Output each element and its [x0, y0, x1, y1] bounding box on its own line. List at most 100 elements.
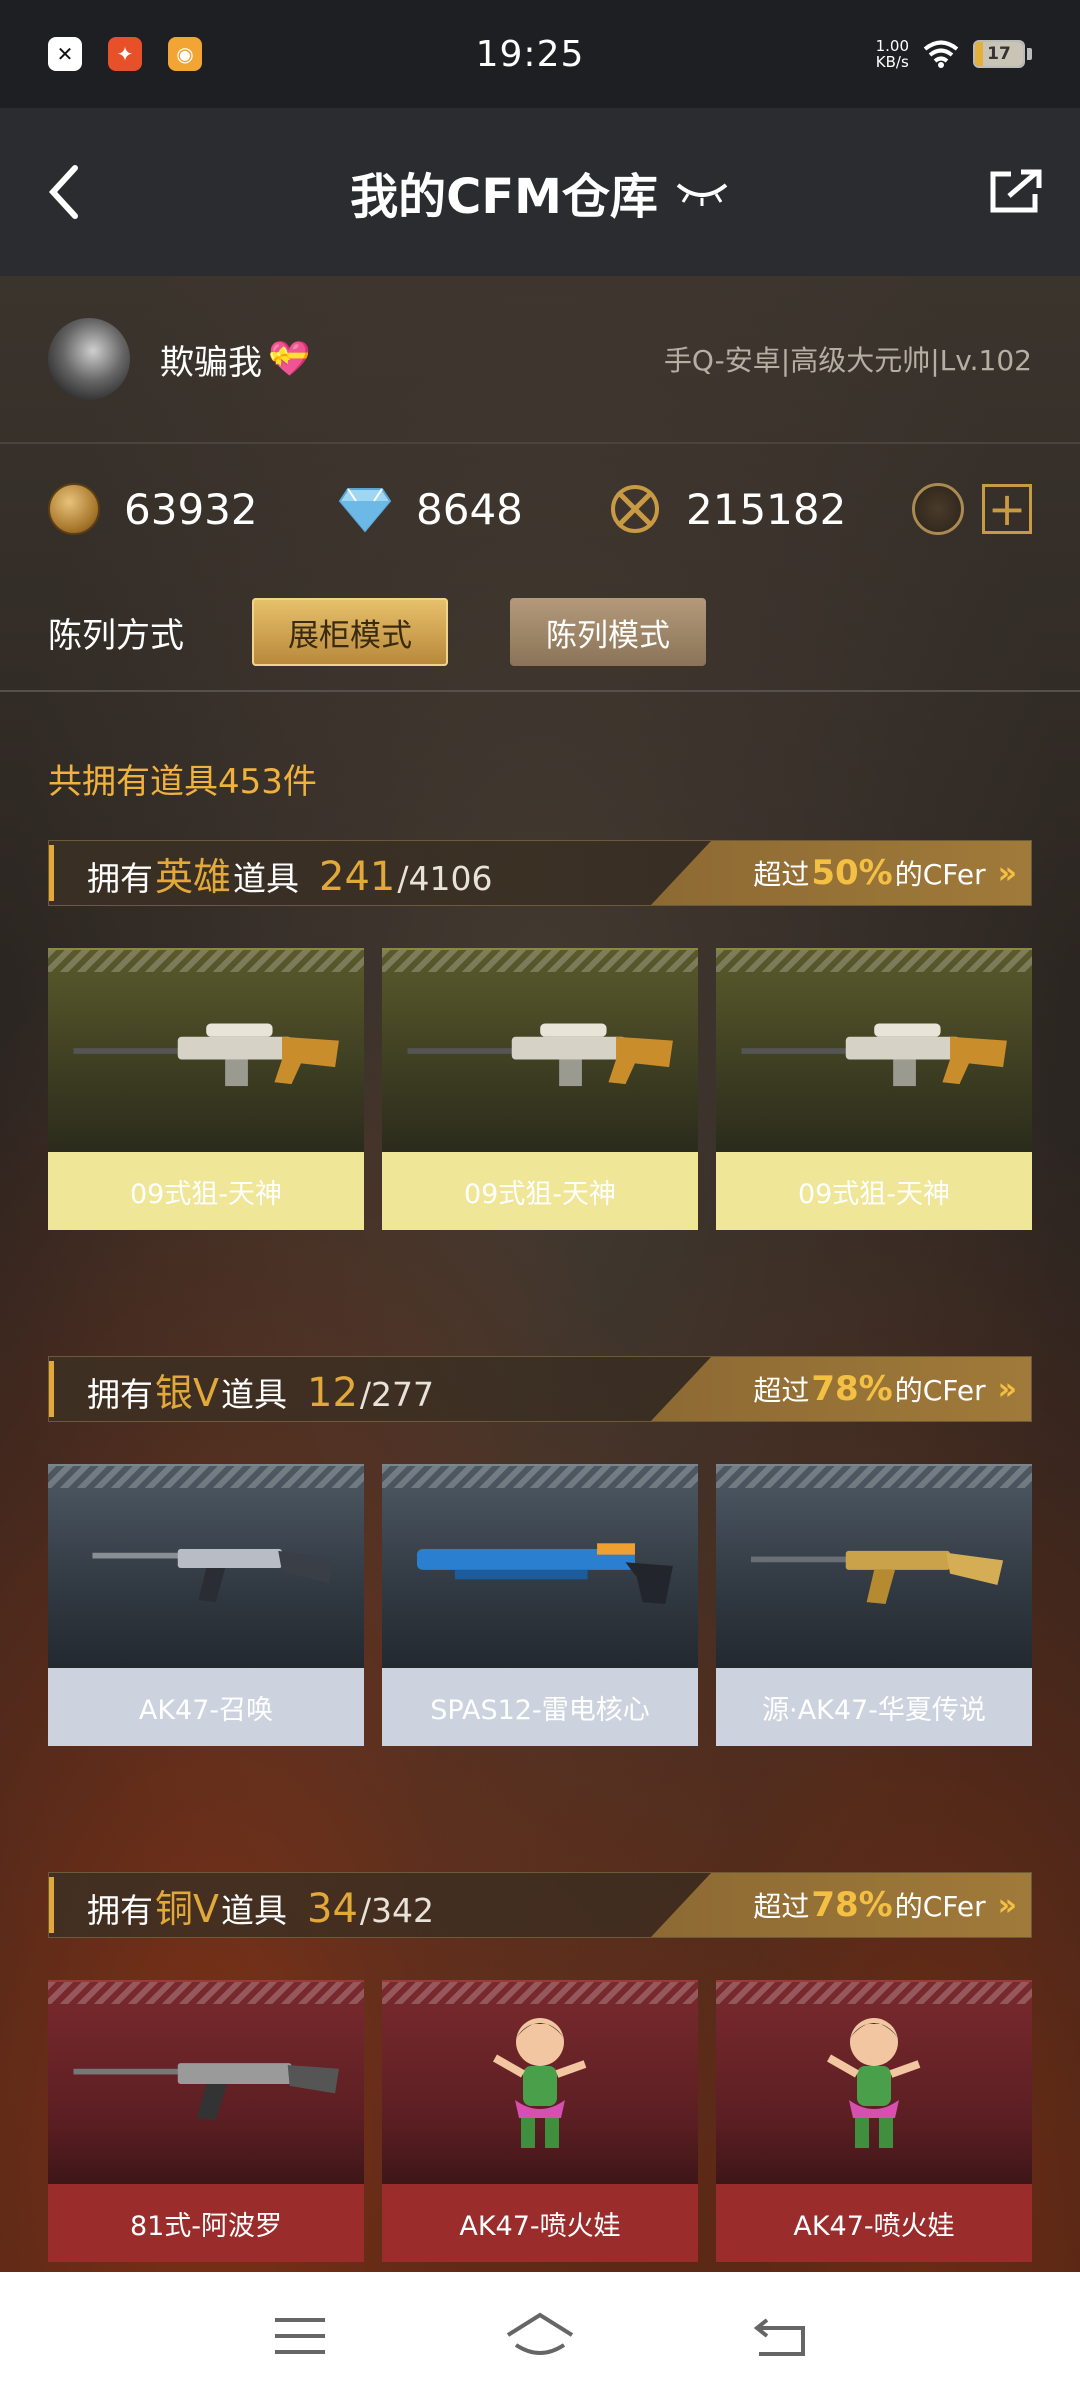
item-image — [48, 1980, 364, 2184]
currency-points: 215182 — [608, 482, 908, 536]
back-nav-button[interactable] — [740, 2306, 820, 2366]
item-image — [382, 1980, 698, 2184]
cf-app-icon: ✦ — [108, 37, 142, 71]
section-prefix: 拥有 — [87, 1374, 153, 1414]
sniper-rifle-icon — [407, 1023, 673, 1087]
back-button[interactable] — [0, 108, 130, 276]
item-card[interactable]: AK47-喷火娃 — [716, 1980, 1032, 2262]
rank-prefix: 超过 — [753, 858, 810, 891]
status-time: 19:25 — [475, 33, 585, 75]
shotgun-icon — [416, 1543, 673, 1604]
section-tier: 铜V — [155, 1886, 219, 1931]
section-header[interactable]: 拥有 铜V 道具 34 /342 超过 78% 的CFer » — [48, 1872, 1032, 1938]
item-grid: 81式-阿波罗 AK47-喷火娃 AK47-喷火娃 — [48, 1980, 1032, 2262]
section-header[interactable]: 拥有 银V 道具 12 /277 超过 78% 的CFer » — [48, 1356, 1032, 1422]
display-mode-label: 陈列方式 — [48, 615, 184, 656]
warehouse-content[interactable]: 欺骗我 💝 手Q-安卓|高级大元帅|Lv.102 63932 8648 2151… — [0, 276, 1080, 2272]
sniper-rifle-icon — [741, 1023, 1007, 1087]
avatar[interactable] — [48, 318, 130, 400]
item-card[interactable]: 81式-阿波罗 — [48, 1980, 364, 2262]
wifi-icon — [923, 40, 959, 68]
item-name: AK47-召唤 — [48, 1668, 364, 1746]
section-rank[interactable]: 超过 50% 的CFer » — [651, 841, 1031, 905]
gold-coin-icon — [48, 483, 100, 535]
battery-tip — [1027, 48, 1032, 60]
app-header: 我的CFM仓库 — [0, 108, 1080, 276]
eye-closed-icon[interactable] — [674, 177, 730, 207]
diamond-icon — [338, 488, 392, 533]
menu-icon — [275, 2318, 325, 2354]
rank-percent: 78% — [811, 1369, 893, 1409]
item-grid: 09式狙-天神 09式狙-天神 09式狙-天神 — [48, 948, 1032, 1230]
page-title: 我的CFM仓库 — [350, 169, 658, 225]
section-suffix: 道具 — [221, 1890, 287, 1930]
cf-badge-icon[interactable] — [912, 483, 964, 535]
home-icon — [506, 2312, 574, 2355]
section-prefix: 拥有 — [87, 1890, 153, 1930]
profile-row: 欺骗我 💝 手Q-安卓|高级大元帅|Lv.102 — [0, 276, 1080, 444]
item-card[interactable]: 源·AK47-华夏传说 — [716, 1464, 1032, 1746]
double-chevron-right-icon: » — [997, 1887, 1017, 1923]
currency-diamond: 8648 — [338, 485, 608, 534]
section-title: 拥有 英雄 道具 241 /4106 — [49, 846, 492, 901]
section-bronze-v: 拥有 铜V 道具 34 /342 超过 78% 的CFer » 81式-阿波罗 … — [48, 1872, 1032, 2262]
double-chevron-right-icon: » — [997, 1371, 1017, 1407]
sniper-rifle-icon — [73, 1023, 339, 1087]
section-rank[interactable]: 超过 78% 的CFer » — [651, 1873, 1031, 1937]
item-name: 09式狙-天神 — [716, 1152, 1032, 1230]
item-card[interactable]: 09式狙-天神 — [382, 948, 698, 1230]
character-figure-icon — [493, 2018, 587, 2148]
menu-nav-button[interactable] — [260, 2306, 340, 2366]
add-currency-button[interactable]: + — [982, 484, 1032, 534]
crossed-coin-icon — [611, 485, 659, 533]
list-mode-button[interactable]: 陈列模式 — [510, 598, 706, 666]
item-image — [48, 1464, 364, 1668]
return-icon — [753, 2318, 805, 2356]
currency-row: 63932 8648 215182 + — [0, 444, 1080, 574]
status-bar: ✕ ✦ ◉ 19:25 1.00 KB/s 17 — [0, 0, 1080, 108]
rank-percent: 50% — [811, 853, 893, 893]
assault-rifle-icon — [92, 1548, 334, 1603]
share-button[interactable] — [950, 108, 1080, 276]
section-tier: 英雄 — [155, 854, 232, 899]
close-app-icon: ✕ — [48, 37, 82, 71]
home-nav-button[interactable] — [500, 2306, 580, 2366]
item-card[interactable]: 09式狙-天神 — [48, 948, 364, 1230]
item-image — [382, 1464, 698, 1668]
section-total: /4106 — [397, 858, 493, 898]
page-title-wrap: 我的CFM仓库 — [130, 157, 950, 227]
section-total: /277 — [359, 1374, 435, 1414]
section-rank[interactable]: 超过 78% 的CFer » — [651, 1357, 1031, 1421]
battery-icon: 17 — [973, 40, 1025, 68]
battery-level: 17 — [987, 44, 1011, 64]
item-card[interactable]: AK47-召唤 — [48, 1464, 364, 1746]
double-chevron-right-icon: » — [997, 855, 1017, 891]
rank-suffix: 的CFer — [894, 858, 986, 891]
status-indicators: 1.00 KB/s 17 — [692, 38, 1032, 70]
gift-heart-icon: 💝 — [268, 339, 311, 379]
item-card[interactable]: SPAS12-雷电核心 — [382, 1464, 698, 1746]
section-title: 拥有 银V 道具 12 /277 — [49, 1362, 434, 1417]
rank-prefix: 超过 — [753, 1374, 810, 1407]
system-nav-bar — [0, 2272, 1080, 2400]
item-image — [382, 948, 698, 1152]
assault-rifle-icon — [750, 1550, 1003, 1604]
item-card[interactable]: AK47-喷火娃 — [382, 1980, 698, 2262]
item-image — [716, 948, 1032, 1152]
section-header[interactable]: 拥有 英雄 道具 241 /4106 超过 50% 的CFer » — [48, 840, 1032, 906]
item-name: SPAS12-雷电核心 — [382, 1668, 698, 1746]
showcase-mode-button[interactable]: 展柜模式 — [252, 598, 448, 666]
section-count: 241 — [319, 853, 396, 900]
section-suffix: 道具 — [221, 1374, 287, 1414]
section-tier: 银V — [155, 1370, 219, 1415]
item-image — [716, 1980, 1032, 2184]
item-name: 81式-阿波罗 — [48, 2184, 364, 2262]
character-figure-icon — [827, 2018, 921, 2148]
rank-prefix: 超过 — [753, 1890, 810, 1923]
account-info: 手Q-安卓|高级大元帅|Lv.102 — [663, 344, 1032, 377]
network-speed-unit: KB/s — [875, 53, 909, 71]
item-card[interactable]: 09式狙-天神 — [716, 948, 1032, 1230]
section-prefix: 拥有 — [87, 858, 153, 898]
